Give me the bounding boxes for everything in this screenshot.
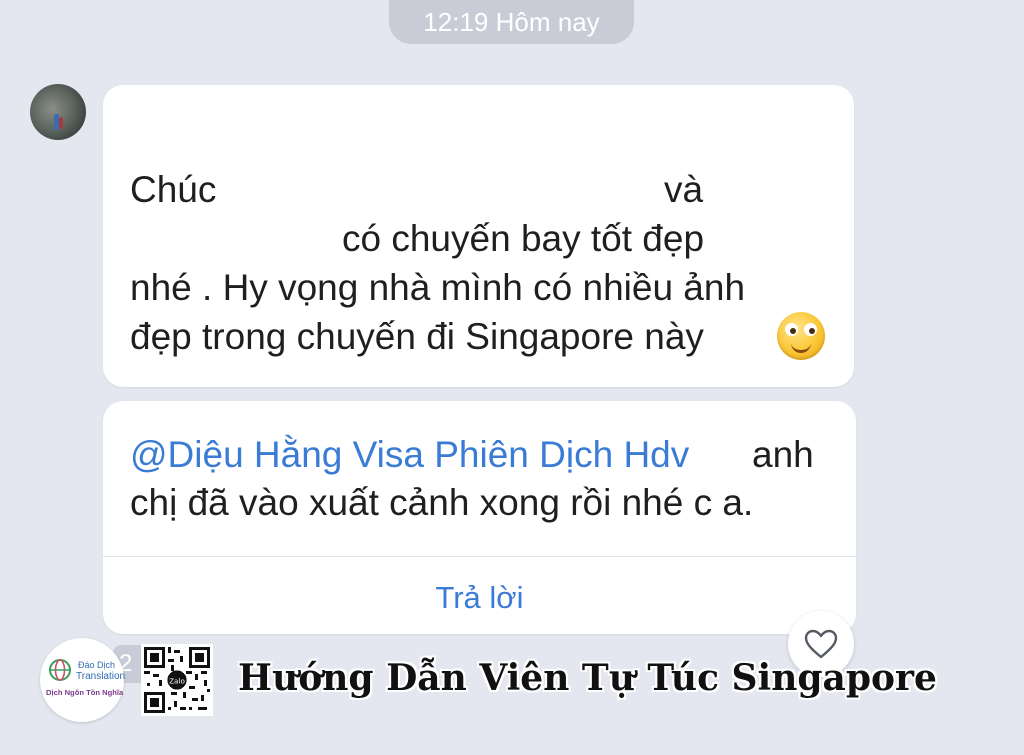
reply-label: Trả lời <box>435 580 524 615</box>
timestamp-pill: 12:19 Hôm nay <box>389 0 634 44</box>
brand-logo: Đáo Dịch Translation Dịch Ngôn Tồn Nghĩa <box>40 638 126 722</box>
message2-line2: chị đã vào xuất cảnh xong rồi nhé c a. <box>130 482 754 523</box>
message1-line3: nhé . Hy vọng nhà mình có nhiều ảnh <box>130 267 746 308</box>
footer-title: Hướng Dẫn Viên Tự Túc Singapore <box>238 657 937 699</box>
timestamp-text: 12:19 Hôm nay <box>423 6 600 37</box>
qr-code-icon: Zalo <box>141 644 213 716</box>
message1-line2: có chuyến bay tốt đẹp <box>342 218 705 259</box>
reply-button[interactable]: Trả lời <box>103 570 856 626</box>
smiling-face-icon <box>777 312 825 360</box>
bubble-divider <box>103 556 856 557</box>
message1-line1-start: Chúc <box>130 169 217 210</box>
message1-line1-end: và <box>664 169 704 210</box>
logo-line-3: Dịch Ngôn Tồn Nghĩa <box>46 688 124 697</box>
avatar-figure-2 <box>59 117 63 129</box>
globe-icon <box>49 659 71 681</box>
logo-line-2: Translation <box>76 671 126 682</box>
message1-line4: đẹp trong chuyến đi Singapore này <box>130 316 704 357</box>
logo-line-1: Đáo Dịch <box>78 660 116 670</box>
heart-outline-icon <box>804 629 838 659</box>
svg-text:Zalo: Zalo <box>169 676 185 685</box>
mention-link[interactable]: @Diệu Hằng Visa Phiên Dịch Hdv <box>130 430 689 480</box>
avatar[interactable] <box>30 84 86 140</box>
message2-line1-rest: anh <box>752 434 814 475</box>
